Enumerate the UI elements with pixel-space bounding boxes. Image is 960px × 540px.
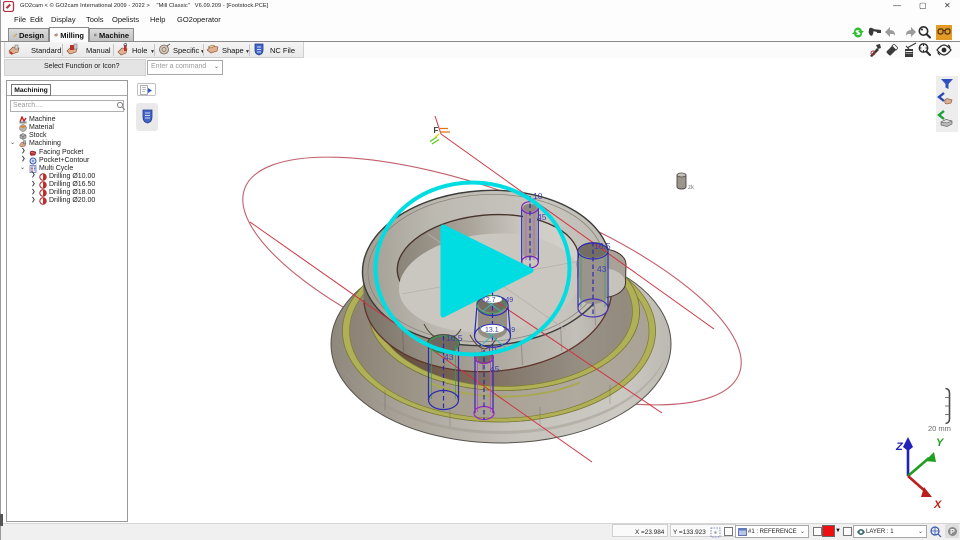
svg-text:X: X [933,499,942,511]
svg-text:13.1: 13.1 [485,327,499,334]
svg-text:-49: -49 [505,327,515,334]
svg-text:16.5: 16.5 [594,241,611,251]
svg-text:-49: -49 [503,297,513,304]
svg-text:F: F [434,126,439,135]
svg-text:20 mm: 20 mm [928,424,951,433]
svg-text:10: 10 [533,191,543,201]
svg-text:12.7: 12.7 [482,297,496,304]
svg-text:45: 45 [490,364,500,374]
svg-text:zk: zk [688,185,695,191]
svg-text:16.5: 16.5 [446,333,463,343]
svg-text:Y: Y [936,437,945,449]
svg-text:43: 43 [597,264,607,274]
svg-text:Z: Z [895,441,904,453]
